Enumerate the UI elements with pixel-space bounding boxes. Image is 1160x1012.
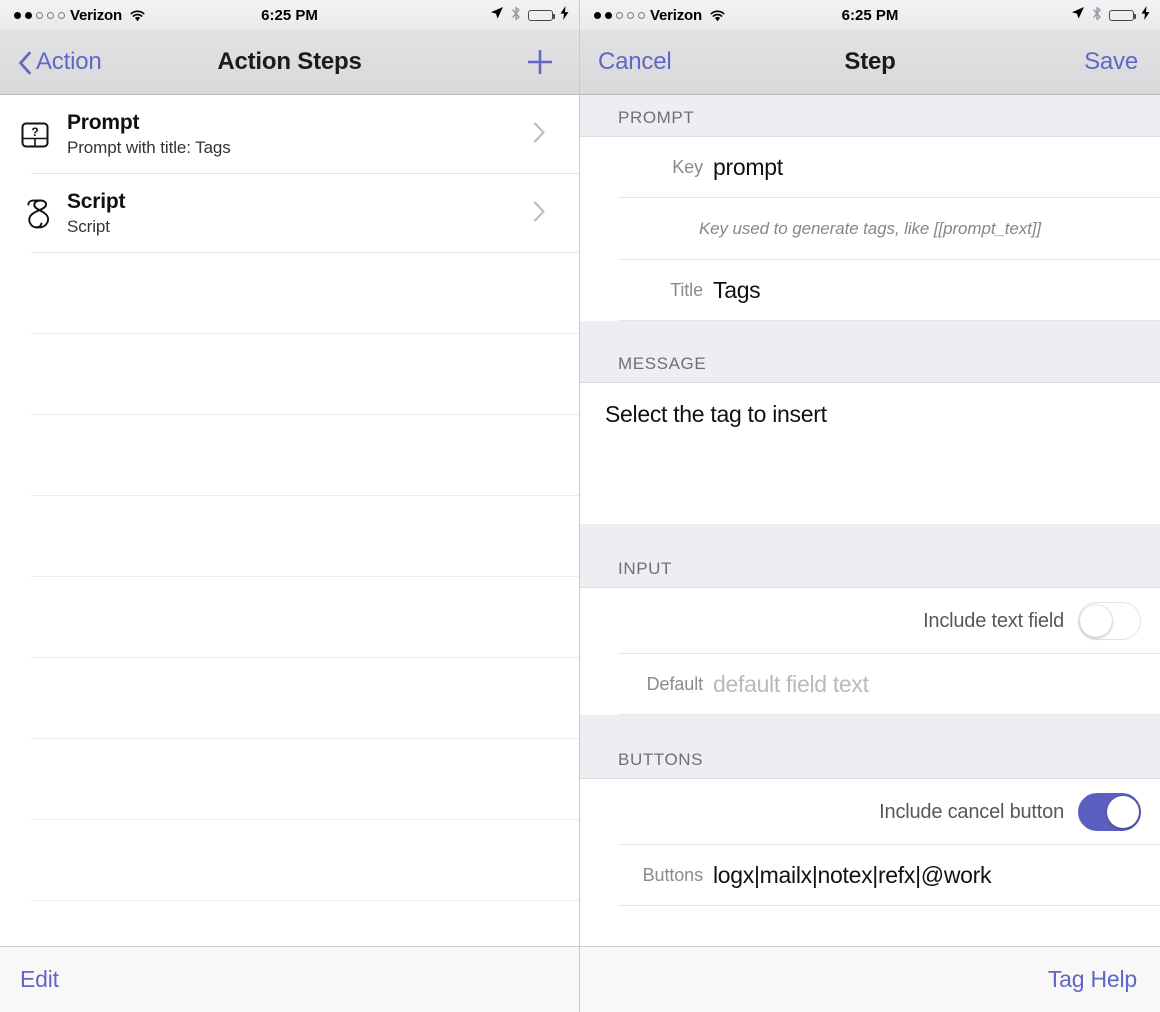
chevron-right-icon [533, 121, 546, 148]
bluetooth-icon [511, 6, 521, 25]
list-item-subtitle: Script [67, 217, 110, 236]
field-label-default: Default [646, 674, 703, 694]
section-header-prompt: PROMPT [580, 95, 1160, 137]
status-bar-left: Verizon 6:25 PM [0, 0, 579, 30]
list-item-subtitle: Prompt with title: Tags [67, 138, 231, 157]
charging-bolt-icon [1141, 6, 1150, 24]
field-value-key[interactable]: prompt [713, 154, 783, 181]
location-arrow-icon [490, 6, 504, 24]
plus-icon [528, 50, 552, 74]
section-header-buttons: BUTTONS [580, 715, 1160, 779]
empty-list-row [0, 496, 579, 577]
toggle-label-include-text-field: Include text field [923, 609, 1064, 632]
dual-phone-screenshot: Verizon 6:25 PM Action Action Steps ? Pr… [0, 0, 1160, 1012]
status-bar-icons [490, 6, 569, 25]
list-item-text: Script Script [67, 190, 126, 237]
bottom-toolbar-left: Edit [0, 946, 579, 1012]
svg-text:?: ? [31, 125, 38, 139]
navigation-bar-left: Action Action Steps [0, 30, 579, 95]
list-item-script[interactable]: Script Script [0, 174, 579, 253]
toggle-include-cancel-button[interactable] [1078, 793, 1141, 831]
page-title-action-steps: Action Steps [217, 48, 362, 75]
left-phone-pane: Verizon 6:25 PM Action Action Steps ? Pr… [0, 0, 580, 1012]
toggle-knob [1080, 605, 1112, 637]
field-value-buttons[interactable]: logx|mailx|notex|refx|@work [713, 862, 991, 889]
edit-button[interactable]: Edit [20, 966, 59, 993]
field-label-buttons: Buttons [642, 865, 703, 885]
toggle-include-text-field[interactable] [1078, 602, 1141, 640]
toggle-label-include-cancel-button: Include cancel button [879, 800, 1064, 823]
list-item-title: Prompt [67, 111, 140, 134]
script-scroll-icon [16, 197, 53, 231]
action-steps-list: ? Prompt Prompt with title: Tags Script … [0, 95, 579, 982]
empty-list-row [0, 253, 579, 334]
list-item-text: Prompt Prompt with title: Tags [67, 111, 231, 158]
field-hint-key: Key used to generate tags, like [[prompt… [580, 198, 1160, 260]
bottom-toolbar-right: Tag Help [580, 946, 1160, 1012]
empty-list-row [0, 334, 579, 415]
toggle-row-include-text-field[interactable]: Include text field [580, 588, 1160, 654]
bluetooth-icon [1092, 6, 1102, 25]
empty-list-row [0, 820, 579, 901]
add-step-button[interactable] [523, 45, 557, 79]
field-label-key: Key [672, 157, 703, 177]
empty-list-row [0, 577, 579, 658]
prompt-dialog-icon: ? [16, 119, 53, 151]
field-hint-text: Key used to generate tags, like [[prompt… [698, 219, 1042, 238]
message-textarea[interactable]: Select the tag to insert [580, 383, 1160, 524]
field-label-title: Title [670, 280, 703, 300]
tag-help-button[interactable]: Tag Help [1048, 966, 1137, 993]
empty-list-row [0, 739, 579, 820]
field-row-key[interactable]: Key prompt [580, 137, 1160, 198]
section-header-input: INPUT [580, 524, 1160, 588]
message-text[interactable]: Select the tag to insert [605, 401, 827, 427]
empty-list-row [0, 658, 579, 739]
toggle-knob [1107, 796, 1139, 828]
save-button[interactable]: Save [1084, 48, 1138, 76]
field-placeholder-default[interactable]: default field text [713, 671, 869, 698]
battery-icon [528, 9, 555, 21]
list-item-prompt[interactable]: ? Prompt Prompt with title: Tags [0, 95, 579, 174]
page-title-step: Step [844, 48, 896, 75]
status-bar-right: Verizon 6:25 PM [580, 0, 1160, 30]
field-value-title[interactable]: Tags [713, 277, 761, 304]
field-row-default[interactable]: Default default field text [580, 654, 1160, 715]
navigation-bar-right: Cancel Step Save [580, 30, 1160, 95]
field-row-title[interactable]: Title Tags [580, 260, 1160, 321]
battery-icon [1109, 9, 1136, 21]
list-item-title: Script [67, 190, 126, 213]
step-settings-form: PROMPT Key prompt Key used to generate t… [580, 95, 1160, 906]
empty-list-row [0, 415, 579, 496]
toggle-row-include-cancel-button[interactable]: Include cancel button [580, 779, 1160, 845]
field-row-buttons[interactable]: Buttons logx|mailx|notex|refx|@work [580, 845, 1160, 906]
save-button-label: Save [1084, 48, 1138, 75]
section-header-message: MESSAGE [580, 321, 1160, 383]
charging-bolt-icon [560, 6, 569, 24]
location-arrow-icon [1071, 6, 1085, 24]
status-bar-icons [1071, 6, 1150, 25]
chevron-right-icon [533, 200, 546, 227]
right-phone-pane: Verizon 6:25 PM Cancel Step Save PROMPT … [580, 0, 1160, 1012]
